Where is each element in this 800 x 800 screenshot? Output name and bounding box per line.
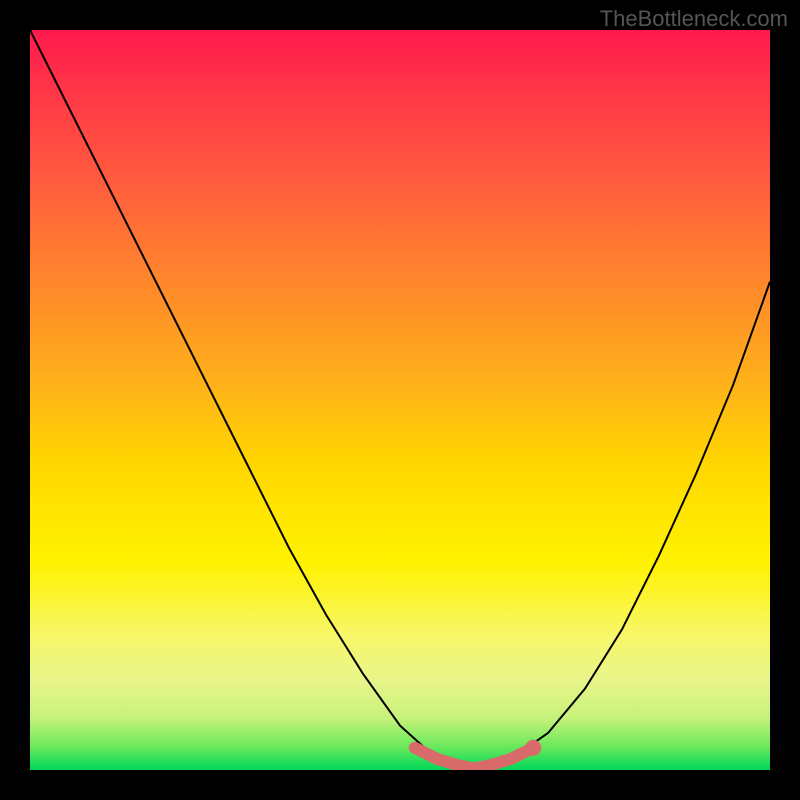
watermark-label: TheBottleneck.com: [600, 6, 788, 32]
highlight-region: [415, 748, 533, 769]
curve-svg: [30, 30, 770, 770]
chart-container: TheBottleneck.com: [0, 0, 800, 800]
bottleneck-curve: [30, 30, 770, 770]
highlight-end-dot: [525, 740, 541, 756]
plot-area: [30, 30, 770, 770]
